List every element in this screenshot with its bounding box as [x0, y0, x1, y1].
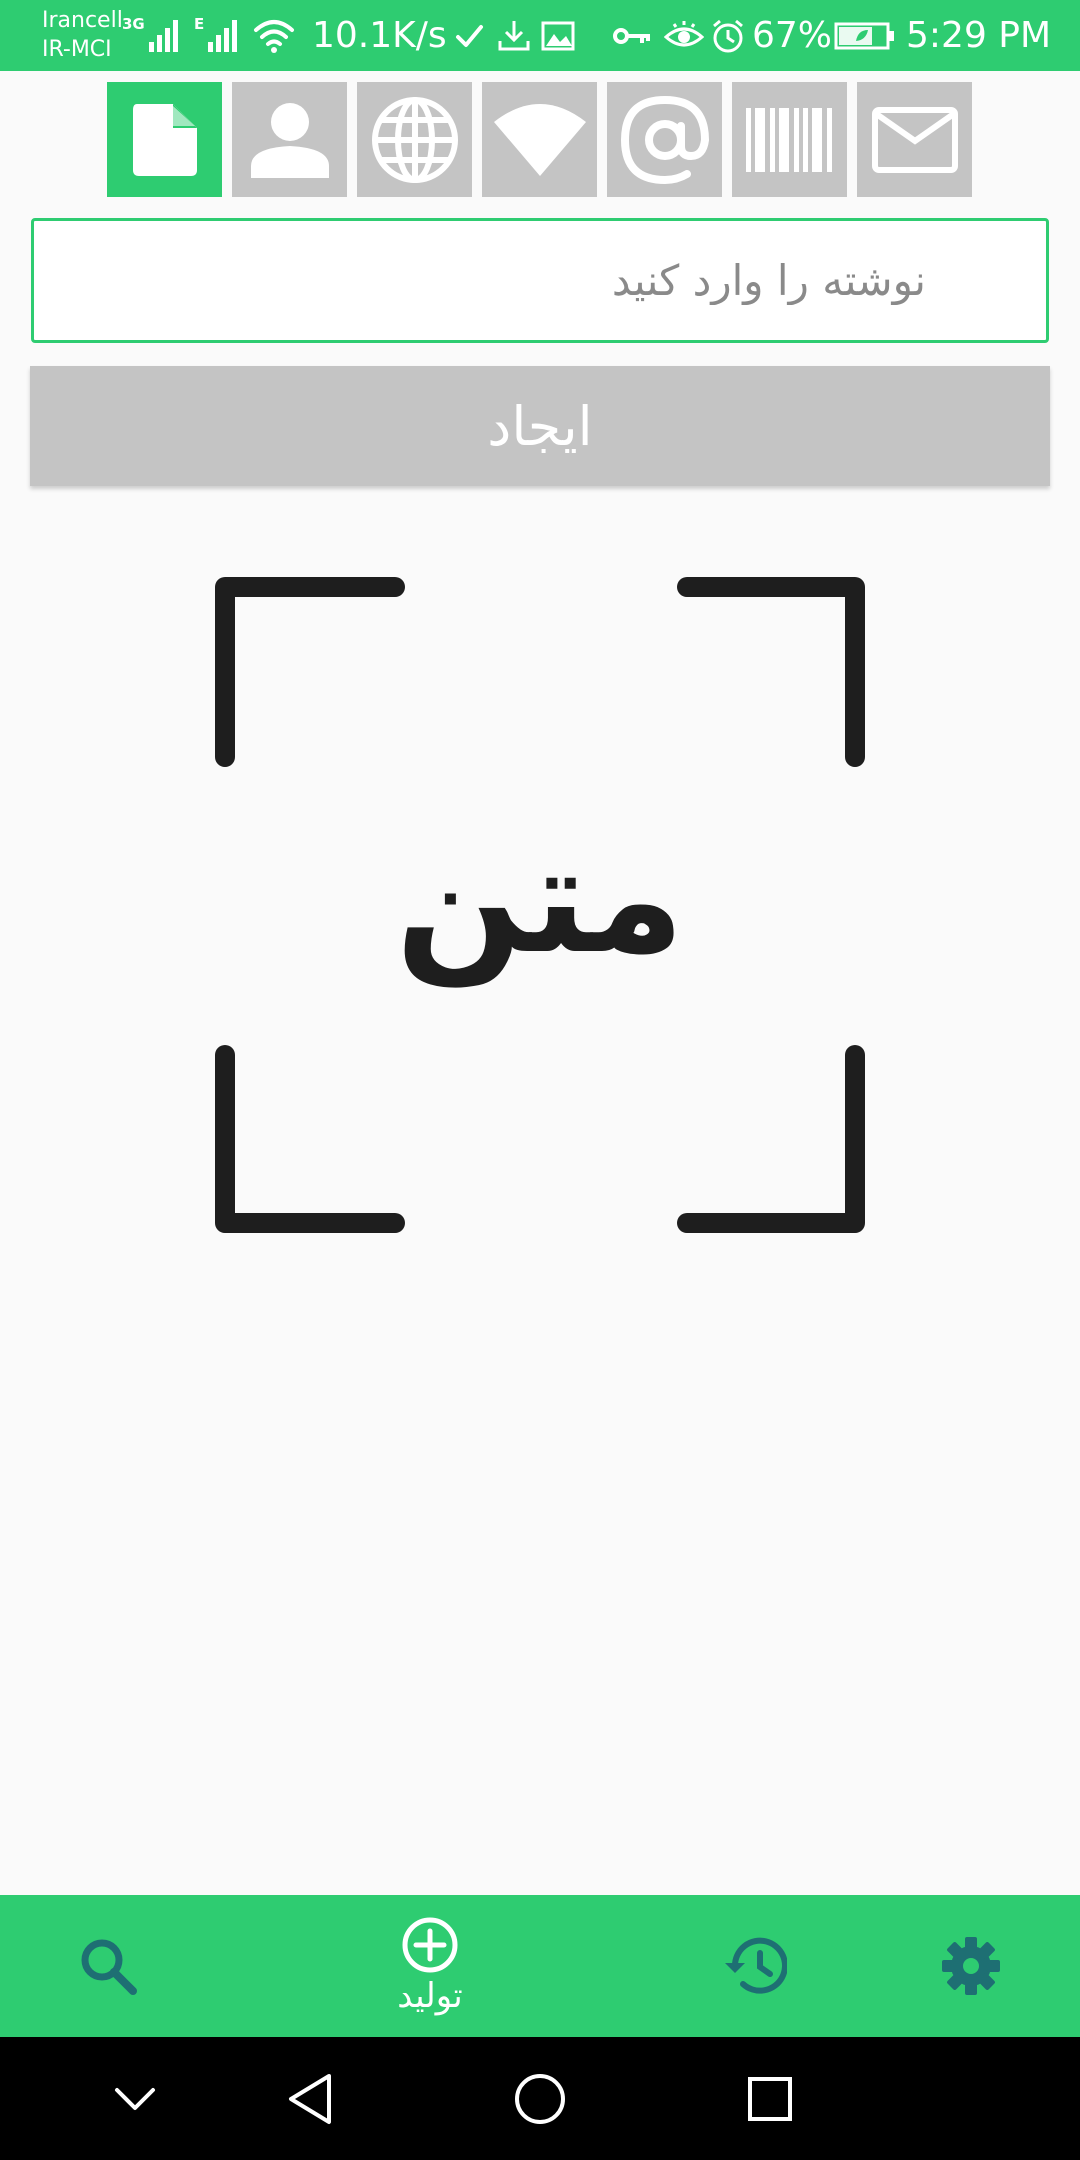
wifi-status-icon	[252, 0, 296, 71]
clock: 5:29 PM	[906, 15, 1052, 56]
nav-generate-label: تولید	[397, 1976, 463, 2016]
recents-button[interactable]	[740, 2037, 800, 2160]
tab-sms[interactable]	[857, 82, 972, 197]
network-type-e: E	[194, 14, 205, 33]
recents-square-icon	[748, 2076, 792, 2121]
signal-icon	[145, 16, 185, 56]
text-input[interactable]	[31, 218, 1049, 343]
tab-barcode[interactable]	[732, 82, 847, 197]
person-icon	[250, 102, 329, 178]
carrier-name: Irancell	[42, 8, 123, 33]
search-icon	[81, 1939, 137, 1995]
file-icon	[132, 103, 197, 176]
nav-history[interactable]	[705, 1895, 805, 2037]
tab-text[interactable]	[107, 82, 222, 197]
add-circle-icon	[402, 1917, 458, 1973]
network-type-3g: 3G	[122, 14, 145, 33]
type-tabs	[107, 82, 972, 197]
key-icon	[612, 0, 652, 71]
alarm-icon	[710, 0, 746, 71]
create-button[interactable]: ایجاد	[30, 366, 1050, 486]
gallery-icon	[540, 0, 576, 71]
signal-3g: 3G	[122, 0, 185, 71]
download-icon	[496, 0, 532, 71]
qr-preview-frame: متن	[200, 570, 880, 1250]
preview-label: متن	[395, 813, 685, 987]
nav-search[interactable]	[58, 1895, 158, 2037]
settings-icon	[942, 1937, 1000, 1995]
tab-email[interactable]	[607, 82, 722, 197]
mail-icon	[871, 106, 958, 173]
carrier-name-secondary: IR-MCI	[42, 37, 112, 62]
history-icon	[725, 1937, 787, 1994]
nav-settings[interactable]	[921, 1895, 1021, 2037]
bottom-nav: تولید	[0, 1895, 1080, 2037]
back-button[interactable]	[280, 2037, 340, 2160]
hide-nav-button[interactable]	[100, 2037, 170, 2160]
battery-percent: 67%	[752, 15, 833, 56]
back-triangle-icon	[289, 2073, 331, 2124]
status-bar: Irancell IR-MCI 3G E 10.1K/s 67% 5:29 PM	[0, 0, 1080, 71]
tab-contact[interactable]	[232, 82, 347, 197]
check-icon	[454, 0, 484, 71]
carrier-info: Irancell IR-MCI	[42, 6, 123, 64]
nav-generate[interactable]: تولید	[370, 1895, 490, 2037]
chevron-down-icon	[115, 2087, 155, 2110]
data-speed: 10.1K/s	[312, 15, 447, 56]
home-button[interactable]	[510, 2037, 570, 2160]
barcode-icon	[745, 107, 832, 172]
battery-icon	[834, 0, 896, 71]
signal-icon	[204, 16, 244, 56]
tab-wifi[interactable]	[482, 82, 597, 197]
system-nav-bar	[0, 2037, 1080, 2160]
tab-url[interactable]	[357, 82, 472, 197]
at-icon	[620, 95, 709, 184]
wifi-icon	[493, 103, 586, 176]
signal-e: E	[194, 0, 244, 71]
globe-icon	[371, 96, 458, 183]
eye-icon	[664, 0, 704, 71]
home-circle-icon	[515, 2073, 565, 2124]
